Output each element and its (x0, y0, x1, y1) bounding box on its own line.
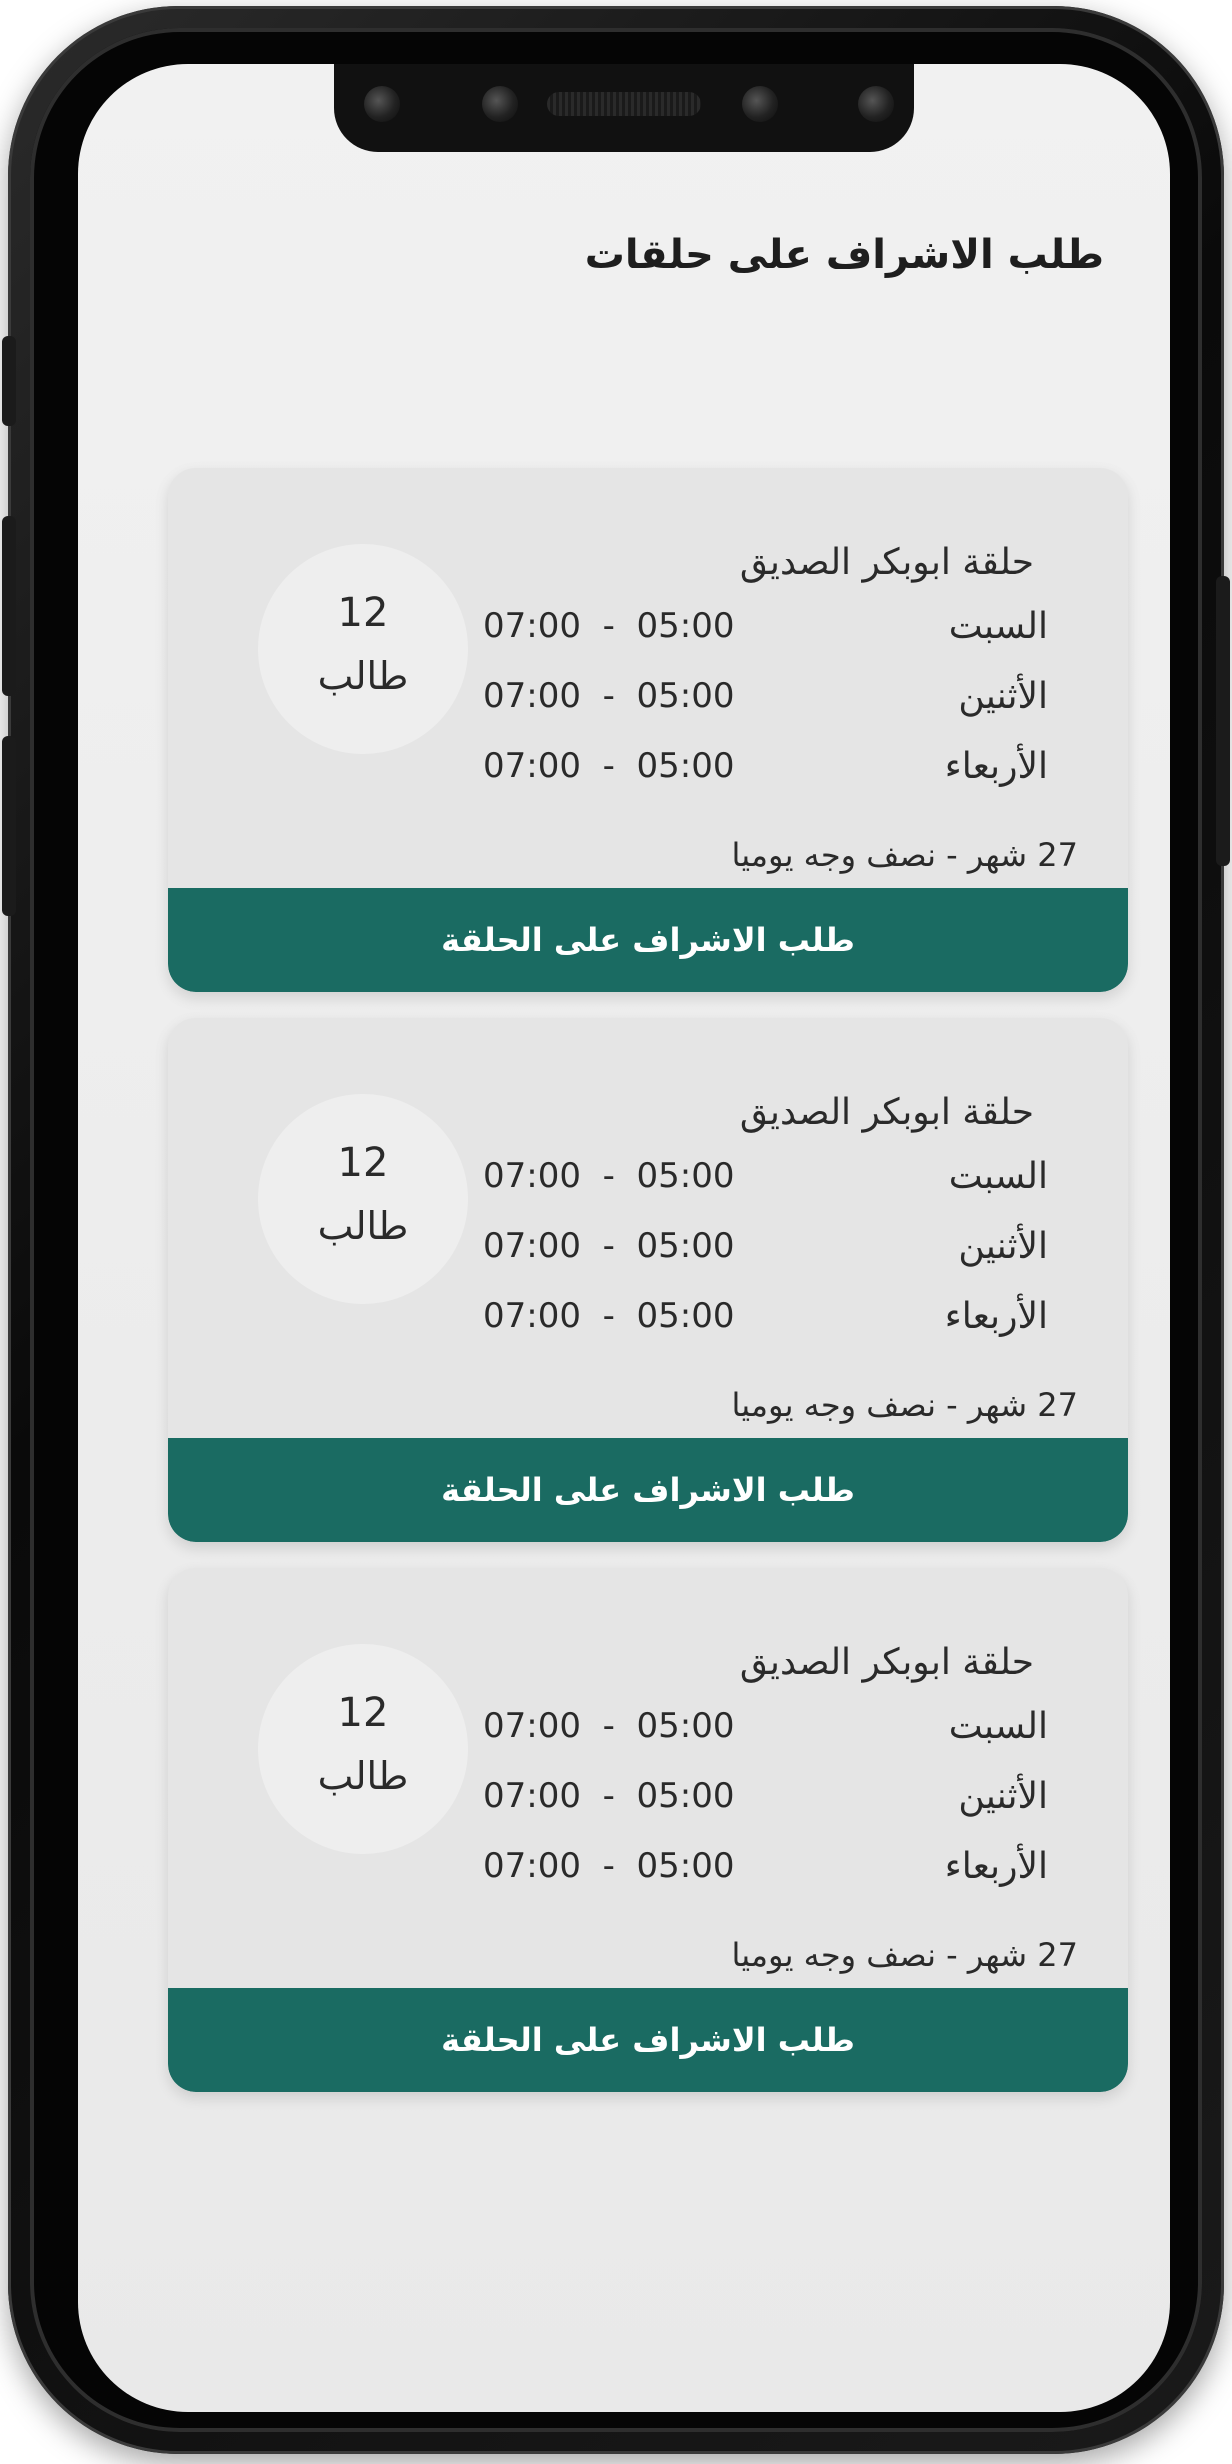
schedule-day: الأثنين (958, 676, 1048, 717)
students-unit: طالب (317, 1204, 409, 1248)
schedule-day: الأربعاء (944, 1846, 1048, 1887)
notch (334, 64, 914, 152)
schedule-row: الأربعاء 07:00 - 05:00 (168, 1296, 1128, 1346)
schedule-day: السبت (948, 1706, 1048, 1747)
circle-card: حلقة ابوبكر الصديق السبت 07:00 - 05:00 ا… (168, 468, 1128, 992)
circle-plan-note: 27 شهر - نصف وجه يوميا (731, 836, 1079, 874)
schedule-time: 07:00 - 05:00 (483, 606, 735, 646)
students-count: 12 (337, 1140, 389, 1186)
students-count-badge: 12 طالب (258, 544, 468, 754)
schedule-time: 07:00 - 05:00 (483, 1846, 735, 1886)
schedule-time: 07:00 - 05:00 (483, 746, 735, 786)
students-unit: طالب (317, 1754, 409, 1798)
front-camera-icon (742, 86, 778, 122)
circle-card: حلقة ابوبكر الصديق السبت 07:00 - 05:00 ا… (168, 1018, 1128, 1542)
ambient-sensor-icon (858, 86, 894, 122)
schedule-day: السبت (948, 1156, 1048, 1197)
students-count: 12 (337, 1690, 389, 1736)
circle-plan-note: 27 شهر - نصف وجه يوميا (731, 1386, 1079, 1424)
schedule-time: 07:00 - 05:00 (483, 1156, 735, 1196)
students-unit: طالب (317, 654, 409, 698)
schedule-time: 07:00 - 05:00 (483, 1226, 735, 1266)
schedule-time: 07:00 - 05:00 (483, 676, 735, 716)
phone-frame: طلب الاشراف على حلقات حلقة ابوبكر الصديق… (2, 6, 1230, 2454)
schedule-time: 07:00 - 05:00 (483, 1296, 735, 1336)
schedule-day: السبت (948, 606, 1048, 647)
circle-name: حلقة ابوبكر الصديق (739, 1092, 1034, 1133)
mute-switch (2, 336, 16, 426)
request-supervision-button[interactable]: طلب الاشراف على الحلقة (168, 1438, 1128, 1542)
schedule-time: 07:00 - 05:00 (483, 1706, 735, 1746)
schedule-row: الأربعاء 07:00 - 05:00 (168, 746, 1128, 796)
schedule-day: الأربعاء (944, 1296, 1048, 1337)
schedule-day: الأثنين (958, 1776, 1048, 1817)
circle-card: حلقة ابوبكر الصديق السبت 07:00 - 05:00 ا… (168, 1568, 1128, 2092)
circle-plan-note: 27 شهر - نصف وجه يوميا (731, 1936, 1079, 1974)
power-button (1216, 576, 1230, 866)
students-count-badge: 12 طالب (258, 1644, 468, 1854)
students-count: 12 (337, 590, 389, 636)
schedule-row: الأربعاء 07:00 - 05:00 (168, 1846, 1128, 1896)
circle-name: حلقة ابوبكر الصديق (739, 542, 1034, 583)
students-count-badge: 12 طالب (258, 1094, 468, 1304)
proximity-sensor-icon (482, 86, 518, 122)
schedule-day: الأربعاء (944, 746, 1048, 787)
page-title: طلب الاشراف على حلقات (584, 232, 1104, 278)
sensor-icon (364, 86, 400, 122)
request-supervision-button[interactable]: طلب الاشراف على الحلقة (168, 888, 1128, 992)
speaker-grille (547, 92, 701, 116)
schedule-day: الأثنين (958, 1226, 1048, 1267)
volume-up-button (2, 516, 16, 696)
circle-name: حلقة ابوبكر الصديق (739, 1642, 1034, 1683)
request-supervision-button[interactable]: طلب الاشراف على الحلقة (168, 1988, 1128, 2092)
schedule-time: 07:00 - 05:00 (483, 1776, 735, 1816)
volume-down-button (2, 736, 16, 916)
app-screen: طلب الاشراف على حلقات حلقة ابوبكر الصديق… (78, 64, 1170, 2412)
